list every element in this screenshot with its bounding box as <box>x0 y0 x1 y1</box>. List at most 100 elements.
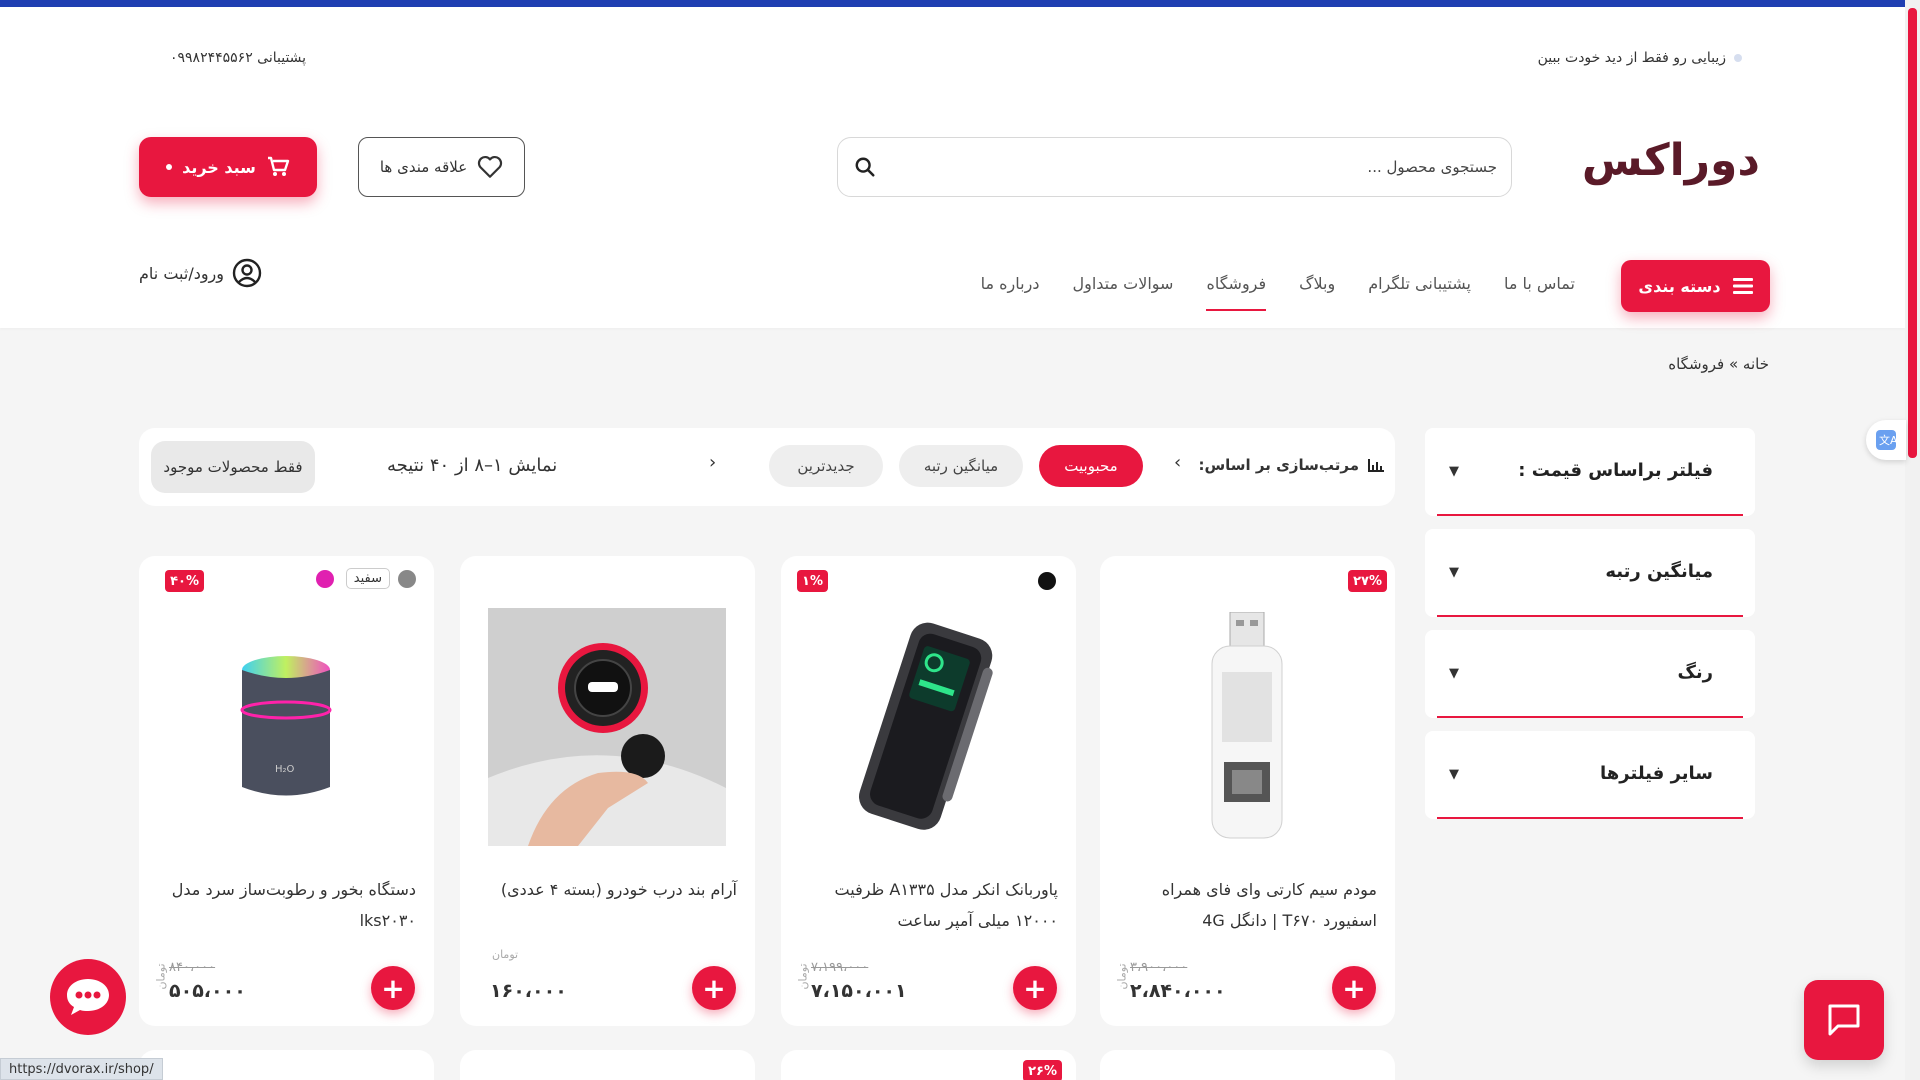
cart-button[interactable]: سبد خرید <box>139 137 317 197</box>
nav-item-blog[interactable]: وبلاگ <box>1299 274 1335 311</box>
discount-badge: ۲۶% <box>1023 1060 1062 1080</box>
login-link[interactable]: ورود/ثبت نام <box>139 258 262 288</box>
tagline: زیبایی رو فقط از دید خودت ببین <box>1538 50 1742 66</box>
scrollbar-thumb[interactable] <box>1908 8 1917 458</box>
svg-text:文A: 文A <box>1879 433 1897 447</box>
nav-item-faq[interactable]: سوالات متداول <box>1072 274 1173 311</box>
product-image[interactable] <box>1128 608 1366 846</box>
filter-title: رنگ <box>1677 662 1713 683</box>
support-chat-button[interactable] <box>1804 980 1884 1060</box>
support-phone: پشتیبانی ۰۹۹۸۲۴۴۵۵۶۲ <box>170 50 307 66</box>
currency-unit: تومان <box>492 948 519 961</box>
color-swatch[interactable] <box>1038 572 1056 590</box>
add-to-cart-button[interactable]: + <box>692 966 736 1010</box>
menu-icon <box>1732 278 1753 294</box>
translate-button[interactable]: 文A <box>1866 420 1906 460</box>
powerbank-image <box>858 622 993 830</box>
discount-badge: ۲۷% <box>1348 570 1387 592</box>
color-label-white[interactable]: سفید <box>345 568 390 589</box>
result-count: نمایش ۱–۸ از ۴۰ نتیجه <box>387 455 558 476</box>
search-input[interactable] <box>897 148 1497 186</box>
filter-underline <box>1437 514 1743 516</box>
add-to-cart-button[interactable]: + <box>371 966 415 1010</box>
product-title[interactable]: مودم سیم کارتی وای فای همراه اسفیورد T۶۷… <box>1118 874 1377 936</box>
filter-rating[interactable]: میانگین رتبه ▼ <box>1425 529 1755 617</box>
filter-title: سایر فیلترها <box>1600 763 1713 784</box>
product-title[interactable]: دستگاه بخور و رطوبت‌ساز سرد مدل lks۲۰۳۰ <box>157 874 416 936</box>
in-stock-toggle[interactable]: فقط محصولات موجود <box>151 441 315 493</box>
nav-item-shop[interactable]: فروشگاه <box>1206 274 1267 311</box>
product-card[interactable] <box>139 1050 434 1080</box>
filter-price[interactable]: فیلتر براساس قیمت : ▼ <box>1425 428 1755 516</box>
heart-icon <box>478 155 503 178</box>
product-image[interactable] <box>809 608 1047 846</box>
price: ۵۰۵،۰۰۰ <box>169 980 246 1002</box>
search-icon[interactable] <box>854 156 876 178</box>
breadcrumb[interactable]: خانه » فروشگاه <box>1668 355 1769 373</box>
product-card[interactable] <box>1100 1050 1395 1080</box>
wishlist-button[interactable]: علاقه مندی ها <box>358 137 525 197</box>
sort-label: مرتب‌سازی بر اساس: <box>1198 456 1385 474</box>
translate-icon: 文A <box>1876 430 1897 450</box>
chevron-right-icon[interactable]: › <box>709 452 716 473</box>
product-image[interactable]: H₂O <box>167 608 405 846</box>
sort-option-rating[interactable]: میانگین رتبه <box>899 445 1023 487</box>
site-logo[interactable]: دوراکس <box>1582 135 1762 186</box>
user-icon <box>232 258 262 288</box>
search-box[interactable] <box>837 137 1512 197</box>
price: ۲،۸۴۰،۰۰۰ <box>1130 980 1226 1002</box>
sort-label-text: مرتب‌سازی بر اساس: <box>1198 456 1359 474</box>
nav-item-telegram-support[interactable]: پشتیبانی تلگرام <box>1368 274 1471 311</box>
filter-other[interactable]: سایر فیلترها ▼ <box>1425 731 1755 819</box>
sort-option-newest[interactable]: جدیدترین <box>769 445 883 487</box>
product-card[interactable]: ۱% پاوربانک انکر مدل A۱۳۳۵ ظرفیت ۱۲۰۰۰ م… <box>781 556 1076 1026</box>
login-label: ورود/ثبت نام <box>139 263 225 283</box>
modem-image <box>1211 612 1283 839</box>
scrollbar[interactable] <box>1905 0 1920 1080</box>
humidifier-image: H₂O <box>240 656 332 796</box>
currency-unit: تومان <box>796 963 810 990</box>
filter-color[interactable]: رنگ ▼ <box>1425 630 1755 718</box>
status-url: https://dvorax.ir/shop/ <box>0 1058 163 1080</box>
price: ۷،۱۵۰،۰۰۱ <box>811 980 907 1002</box>
product-card[interactable]: ۲۷% مودم سیم کارتی وای فای همراه اسفیورد… <box>1100 556 1395 1026</box>
product-image[interactable] <box>488 608 726 846</box>
top-accent-line <box>0 0 1905 7</box>
svg-text:H₂O: H₂O <box>275 764 295 775</box>
cart-icon <box>267 156 290 176</box>
caret-down-icon: ▼ <box>1449 464 1459 479</box>
product-card[interactable]: آرام بند درب خودرو (بسته ۴ عددی) تومان ۱… <box>460 556 755 1026</box>
color-swatch[interactable] <box>398 570 416 588</box>
chat-dots-icon <box>67 979 109 1015</box>
filter-title: فیلتر براساس قیمت : <box>1518 460 1713 481</box>
price: ۱۶۰،۰۰۰ <box>490 980 567 1002</box>
discount-badge: ۴۰% <box>165 570 204 592</box>
bullet-icon <box>1734 54 1742 62</box>
main-nav: درباره ما سوالات متداول فروشگاه وبلاگ پش… <box>981 274 1575 311</box>
nav-item-about[interactable]: درباره ما <box>981 274 1040 311</box>
product-card[interactable]: ۴۰% سفید H₂O دستگاه بخور و رطوبت‌ساز سرد… <box>139 556 434 1026</box>
filter-underline <box>1437 817 1743 819</box>
product-title[interactable]: پاوربانک انکر مدل A۱۳۳۵ ظرفیت ۱۲۰۰۰ میلی… <box>799 874 1058 936</box>
sort-toolbar: مرتب‌سازی بر اساس: ‹ محبوبیت میانگین رتب… <box>139 428 1395 506</box>
chart-icon <box>1368 459 1384 472</box>
nav-item-contact[interactable]: تماس با ما <box>1504 274 1575 311</box>
category-button[interactable]: دسته بندی <box>1621 260 1770 312</box>
color-swatch[interactable] <box>316 570 334 588</box>
product-card[interactable]: ۲۶% <box>781 1050 1076 1080</box>
currency-unit: تومان <box>1115 963 1129 990</box>
discount-badge: ۱% <box>797 570 828 592</box>
product-title[interactable]: آرام بند درب خودرو (بسته ۴ عددی) <box>478 874 737 905</box>
old-price: ۳،۹۰۰،۰۰۰ <box>1130 960 1188 975</box>
tagline-text: زیبایی رو فقط از دید خودت ببین <box>1537 50 1726 66</box>
product-card[interactable] <box>460 1050 755 1080</box>
door-bumper-image <box>488 608 726 846</box>
sort-option-popularity[interactable]: محبوبیت <box>1039 445 1143 487</box>
caret-down-icon: ▼ <box>1449 565 1459 580</box>
add-to-cart-button[interactable]: + <box>1013 966 1057 1010</box>
add-to-cart-button[interactable]: + <box>1332 966 1376 1010</box>
wishlist-label: علاقه مندی ها <box>379 158 468 176</box>
chevron-left-icon[interactable]: ‹ <box>1174 452 1181 473</box>
cart-count-dot <box>166 164 173 170</box>
chat-bubble-button[interactable] <box>50 959 126 1035</box>
